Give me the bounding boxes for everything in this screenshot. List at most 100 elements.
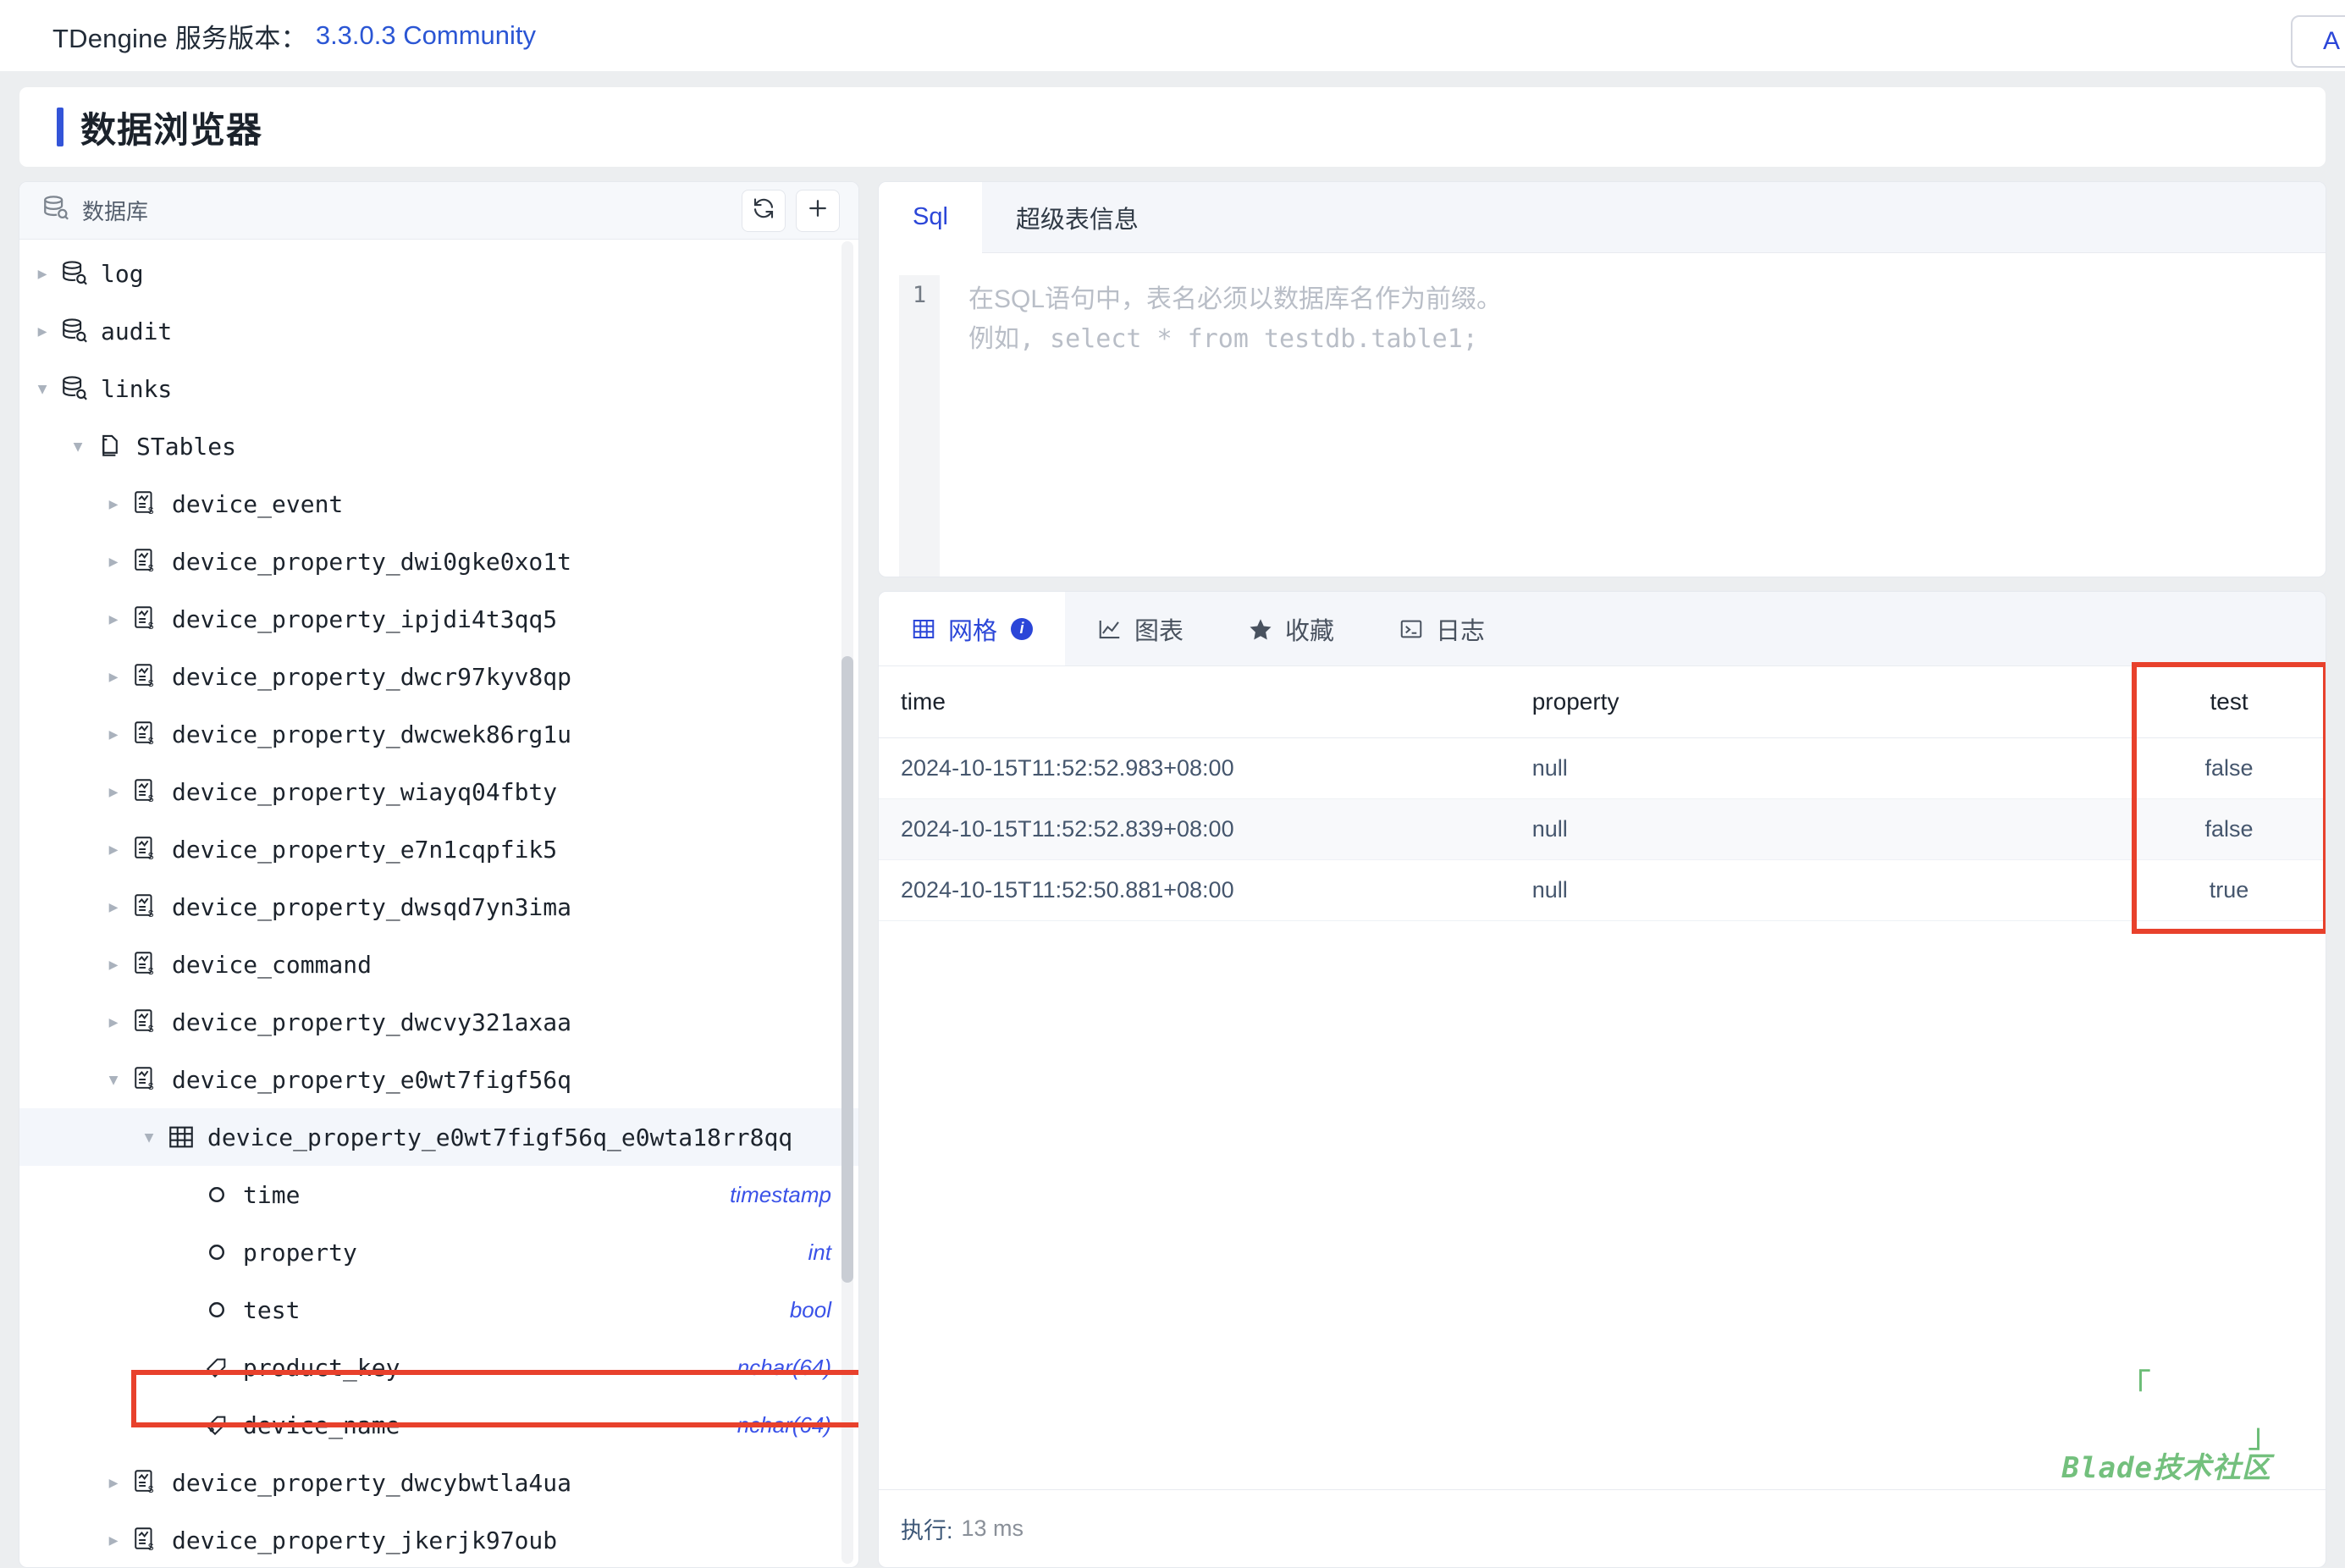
sql-editor[interactable]: 1 在SQL语句中，表名必须以数据库名作为前缀。 例如, select * fr… (879, 253, 2326, 577)
tree-node[interactable]: ▶ Sdevice_property_wiayq04fbty (19, 763, 858, 820)
result-card: 网格 i 图表 收藏 日志 time property test 2024-10-15T11… (878, 591, 2326, 1568)
chevron-right-icon[interactable]: ▶ (102, 783, 124, 801)
sql-card: Sql 超级表信息 1 在SQL语句中，表名必须以数据库名作为前缀。 例如, se… (878, 181, 2326, 577)
table-cell: false (2133, 798, 2326, 860)
top-version-bar: TDengine 服务版本： 3.3.0.3 Community A (0, 0, 2345, 71)
chevron-right-icon[interactable]: ▶ (31, 265, 53, 283)
chevron-down-icon[interactable]: ▼ (102, 1071, 124, 1089)
chevron-right-icon[interactable]: ▶ (102, 495, 124, 513)
chevron-right-icon[interactable]: ▶ (102, 1013, 124, 1031)
tree-node[interactable]: test bool (19, 1281, 858, 1339)
result-tab-chart[interactable]: 图表 (1065, 592, 1217, 665)
tree-node[interactable]: ▼ Sdevice_property_e0wt7figf56q (19, 1051, 858, 1108)
result-grid-body: 2024-10-15T11:52:52.983+08:00 null false 20… (879, 737, 2326, 921)
chart-icon (1097, 616, 1123, 642)
tree-node[interactable]: ▼ device_property_e0wt7figf56q_e0wta18rr8… (19, 1108, 858, 1166)
tree-node[interactable]: ▼ links (19, 360, 858, 417)
version-label: TDengine 服务版本： (52, 23, 307, 53)
tree-node[interactable]: ▶ Sdevice_property_dwcr97kyv8qp (19, 648, 858, 705)
sidebar-header-actions (742, 189, 840, 232)
top-right-button[interactable]: A (2291, 15, 2345, 68)
stable-icon: S (130, 720, 162, 748)
svg-text:S: S (148, 851, 154, 863)
chevron-right-icon[interactable]: ▶ (102, 898, 124, 916)
tree-node[interactable]: ▶ Sdevice_property_dwcybwtla4ua (19, 1454, 858, 1511)
tree-node[interactable]: ▶ Sdevice_property_dwcvy321axaa (19, 993, 858, 1051)
chevron-right-icon[interactable]: ▶ (102, 956, 124, 974)
tree-node-label: log (101, 259, 144, 288)
sidebar-scrollbar-thumb[interactable] (841, 656, 853, 1283)
tree-node-label: device_property_e7n1cqpfik5 (172, 835, 558, 864)
tree-node[interactable]: ▼ STables (19, 417, 858, 475)
table-row[interactable]: 2024-10-15T11:52:52.983+08:00 null false (879, 737, 2326, 799)
plus-icon (805, 196, 830, 225)
chevron-right-icon[interactable]: ▶ (102, 668, 124, 686)
result-tabbar[interactable]: 网格 i 图表 收藏 日志 (879, 592, 2326, 666)
watermark-bracket-bottom: 」 (2248, 1417, 2282, 1455)
tree-node-label: device_name (243, 1411, 400, 1439)
result-footer: 执行: 13 ms (879, 1489, 2326, 1567)
tree-node[interactable]: time timestamp (19, 1166, 858, 1223)
tree-node[interactable]: property int (19, 1223, 858, 1281)
watermark-bracket-top: 「 (2117, 1368, 2151, 1405)
tree-node-label: device_property_e0wt7figf56q_e0wta18rr8q… (207, 1123, 793, 1151)
table-header-row: time property test (879, 666, 2326, 738)
tree-node[interactable]: device_name nchar(64) (19, 1396, 858, 1454)
chevron-right-icon[interactable]: ▶ (102, 1532, 124, 1549)
editor-gutter: 1 (899, 275, 940, 577)
tree-node-datatype: int (808, 1239, 831, 1265)
tree-node[interactable]: ▶ Sdevice_property_e7n1cqpfik5 (19, 820, 858, 878)
chevron-right-icon[interactable]: ▶ (102, 841, 124, 859)
result-tab-grid[interactable]: 网格 i (879, 592, 1066, 665)
svg-text:S: S (148, 736, 154, 748)
sql-tab-sql[interactable]: Sql (879, 182, 982, 253)
table-cell: 2024-10-15T11:52:50.881+08:00 (879, 859, 1510, 921)
result-tab-logs[interactable]: 日志 (1366, 592, 1518, 665)
tree-node[interactable]: product_key nchar(64) (19, 1339, 858, 1396)
watermark-text: Blade技术社区 (2061, 1451, 2271, 1485)
tree-node[interactable]: ▶ Sdevice_property_dwcwek86rg1u (19, 705, 858, 763)
tree-node[interactable]: ▶ log (19, 245, 858, 302)
stable-icon: S (130, 777, 162, 806)
chevron-right-icon[interactable]: ▶ (102, 610, 124, 628)
tree-node-label: device_property_dwcvy321axaa (172, 1008, 572, 1036)
tree-node[interactable]: ▶ Sdevice_command (19, 936, 858, 993)
chevron-right-icon[interactable]: ▶ (102, 1474, 124, 1492)
chevron-down-icon[interactable]: ▼ (67, 438, 89, 455)
chevron-right-icon[interactable]: ▶ (31, 323, 53, 340)
svg-text:S: S (148, 1484, 154, 1496)
table-column-header[interactable]: test (2133, 666, 2326, 738)
svg-text:S: S (148, 1542, 154, 1554)
result-tab-favorites[interactable]: 收藏 (1216, 592, 1367, 665)
stable-icon: S (130, 1468, 162, 1497)
chevron-down-icon[interactable]: ▼ (138, 1129, 160, 1146)
table-row[interactable]: 2024-10-15T11:52:50.881+08:00 null true (879, 859, 2326, 921)
chevron-right-icon[interactable]: ▶ (102, 726, 124, 743)
database-tree[interactable]: ▶ log ▶ audit ▼ links ▼ STables ▶ Sdevice_event ▶ S… (19, 240, 858, 1567)
tree-node[interactable]: ▶ Sdevice_property_jkerjk97oub (19, 1511, 858, 1567)
app-root: TDengine 服务版本： 3.3.0.3 Community A 数据浏览器 (0, 0, 2345, 1568)
editor-code-area[interactable]: 在SQL语句中，表名必须以数据库名作为前缀。 例如, select * from… (940, 275, 2326, 577)
tree-node[interactable]: ▶ Sdevice_property_dwi0gke0xo1t (19, 533, 858, 590)
add-database-button[interactable] (796, 189, 840, 232)
sql-tabbar[interactable]: Sql 超级表信息 (879, 182, 2326, 253)
table-column-header[interactable]: time (879, 666, 1510, 738)
sql-tab-label: 超级表信息 (1015, 206, 1139, 234)
table-row[interactable]: 2024-10-15T11:52:52.839+08:00 null false (879, 798, 2326, 860)
tree-node[interactable]: ▶ Sdevice_event (19, 475, 858, 533)
chevron-right-icon[interactable]: ▶ (102, 553, 124, 571)
result-tab-label: 网格 (948, 617, 998, 645)
column-icon (201, 1297, 233, 1322)
tree-node-datatype: timestamp (730, 1181, 831, 1207)
svg-text:S: S (148, 563, 154, 575)
sql-tab-stable-info[interactable]: 超级表信息 (981, 182, 1172, 252)
tree-node[interactable]: ▶ Sdevice_property_dwsqd7yn3ima (19, 878, 858, 936)
version-value: 3.3.0.3 Community (315, 20, 536, 50)
tree-node-label: test (243, 1295, 301, 1324)
chevron-down-icon[interactable]: ▼ (31, 380, 53, 398)
tree-node[interactable]: ▶ audit (19, 302, 858, 360)
info-icon[interactable]: i (1011, 617, 1034, 640)
refresh-button[interactable] (742, 189, 786, 232)
tree-node[interactable]: ▶ Sdevice_property_ipjdi4t3qq5 (19, 590, 858, 648)
table-column-header[interactable]: property (1509, 666, 2133, 738)
